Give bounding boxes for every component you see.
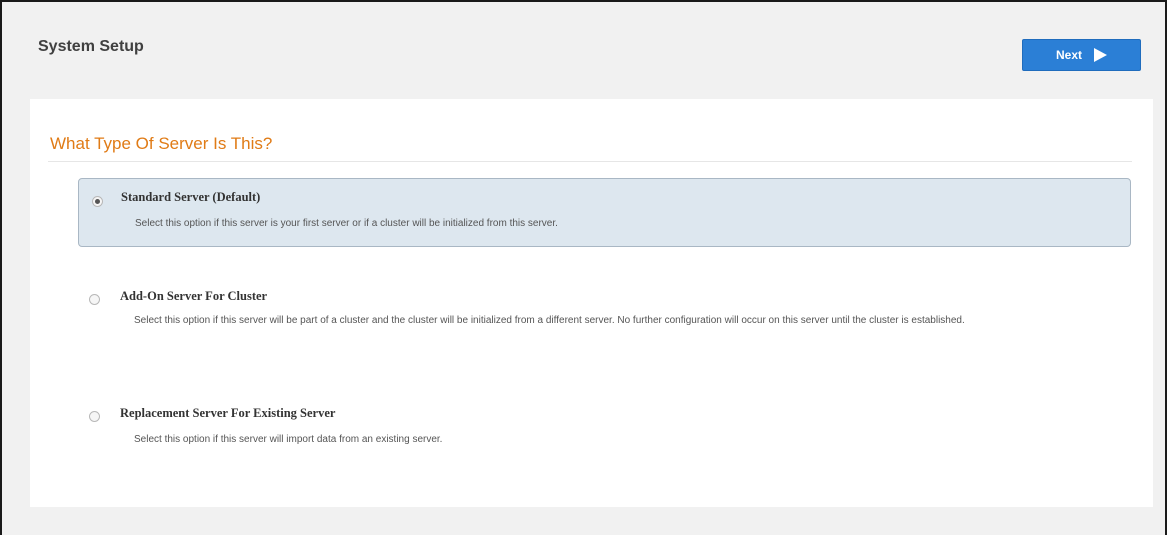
server-type-panel: What Type Of Server Is This? Standard Se… bbox=[30, 99, 1153, 507]
radio-replacement-server[interactable] bbox=[89, 411, 100, 422]
option-replacement-server[interactable]: Replacement Server For Existing Server S… bbox=[78, 402, 1131, 462]
section-divider bbox=[48, 161, 1132, 162]
radio-standard-server[interactable] bbox=[92, 196, 103, 207]
setup-window: System Setup Next What Type Of Server Is… bbox=[0, 0, 1167, 535]
option-title: Standard Server (Default) bbox=[121, 190, 261, 204]
option-title: Replacement Server For Existing Server bbox=[120, 406, 336, 420]
option-add-on-server[interactable]: Add-On Server For Cluster Select this op… bbox=[78, 285, 1131, 365]
option-description: Select this option if this server will b… bbox=[134, 315, 965, 326]
option-title: Add-On Server For Cluster bbox=[120, 289, 268, 303]
next-button[interactable]: Next bbox=[1022, 39, 1141, 71]
option-description: Select this option if this server is you… bbox=[135, 218, 558, 229]
section-title: What Type Of Server Is This? bbox=[50, 134, 273, 153]
option-description: Select this option if this server will i… bbox=[134, 434, 443, 445]
radio-add-on-server[interactable] bbox=[89, 294, 100, 305]
play-icon bbox=[1094, 48, 1107, 62]
option-standard-server[interactable]: Standard Server (Default) Select this op… bbox=[78, 178, 1131, 247]
next-button-label: Next bbox=[1055, 48, 1082, 62]
page-title: System Setup bbox=[38, 38, 144, 55]
